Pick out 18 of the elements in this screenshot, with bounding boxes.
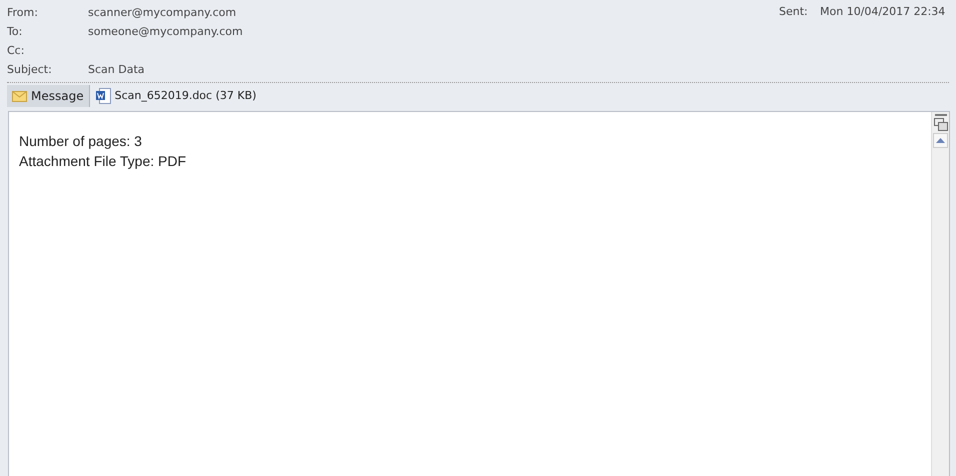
field-label: Subject: <box>6 62 53 78</box>
sent-date: Mon 10/04/2017 22:34 <box>820 4 946 20</box>
message-tab[interactable]: Message <box>7 85 90 107</box>
field-value: someone@mycompany.com <box>88 24 243 40</box>
body-text: Number of pages: 3 <box>19 132 143 151</box>
field-value: scanner@mycompany.com <box>88 5 236 22</box>
split-handle[interactable] <box>934 114 946 116</box>
sent-label: Sent: <box>779 4 809 20</box>
envelope-icon <box>12 90 27 102</box>
field-label: To: <box>6 24 24 40</box>
attachment-tab[interactable]: Scan_652019.doc (37 KB) <box>92 85 260 107</box>
document-icon <box>96 88 111 104</box>
field-value: Scan Data <box>88 62 145 78</box>
reading-pane-icon[interactable] <box>934 118 948 131</box>
field-label: Cc: <box>6 43 26 60</box>
field-label: From: <box>6 5 39 22</box>
scrollbar[interactable] <box>931 112 949 476</box>
body-text: Attachment File Type: PDF <box>19 152 188 171</box>
